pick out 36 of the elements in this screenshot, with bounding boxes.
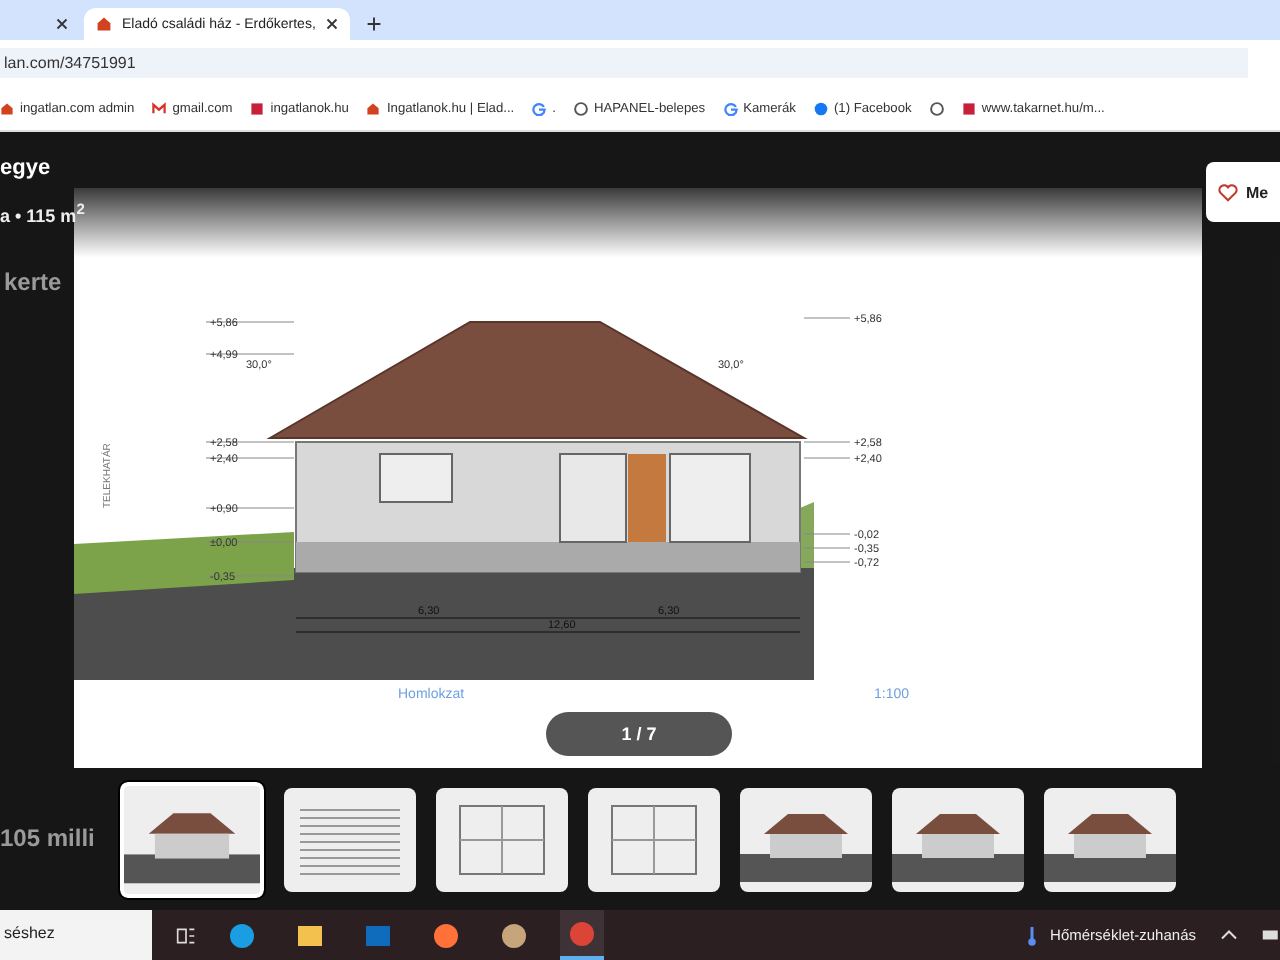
search-field[interactable]: séshez: [0, 910, 152, 960]
house-icon: [366, 101, 381, 115]
address-field[interactable]: lan.com/34751991: [0, 48, 1248, 78]
lightbox-subtitle: a • 115 m$^{2}$: [0, 200, 85, 226]
favorite-button[interactable]: Me: [1206, 162, 1280, 222]
taskbar-app-icon[interactable]: [560, 910, 604, 960]
bookmark[interactable]: [929, 101, 944, 115]
chevron-icon[interactable]: [1220, 928, 1238, 942]
letter-icon: [723, 101, 738, 115]
square-icon: [250, 101, 265, 115]
image-thumbnail[interactable]: [588, 788, 720, 892]
image-counter: 1 / 7: [546, 712, 732, 756]
close-icon[interactable]: [325, 18, 338, 30]
house-icon: [96, 16, 112, 32]
image-thumbnail[interactable]: [892, 788, 1024, 892]
lightbox-title: egye: [0, 156, 53, 180]
letter-icon: [532, 101, 547, 115]
mail-icon: [152, 101, 167, 115]
battery-icon[interactable]: [1262, 928, 1280, 942]
listing-price: 105 milli: [0, 824, 95, 852]
house-icon: [0, 101, 14, 115]
heart-icon: [1218, 183, 1238, 201]
square-icon: [961, 101, 976, 115]
thermometer-icon[interactable]: [1026, 923, 1039, 947]
image-thumbnail[interactable]: [120, 782, 264, 898]
image-thumbnail[interactable]: [1044, 788, 1176, 892]
globe-icon: [573, 101, 588, 115]
listing-heading: kerte: [2, 268, 62, 296]
globe-icon: [929, 101, 944, 115]
image-thumbnail[interactable]: [436, 788, 568, 892]
image-thumbnail[interactable]: [740, 788, 872, 892]
close-icon[interactable]: [56, 18, 68, 30]
circle-icon: [813, 101, 828, 115]
new-tab-icon[interactable]: [365, 16, 382, 32]
image-thumbnail[interactable]: [284, 788, 416, 892]
task-view-icon[interactable]: [176, 925, 196, 945]
